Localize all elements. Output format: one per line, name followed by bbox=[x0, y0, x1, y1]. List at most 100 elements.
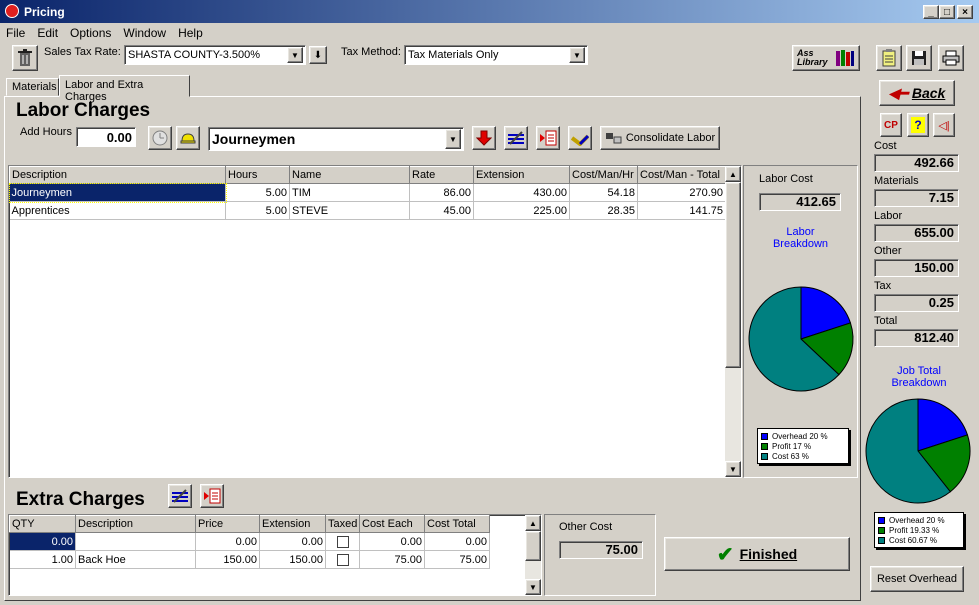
insert-labor-button[interactable] bbox=[536, 126, 560, 150]
menu-file[interactable]: File bbox=[0, 24, 31, 42]
column-header[interactable]: Cost Each bbox=[359, 515, 425, 533]
chevron-down-icon[interactable]: ▼ bbox=[287, 47, 303, 63]
consolidate-labor-button[interactable]: Consolidate Labor bbox=[600, 126, 720, 150]
scroll-up-icon[interactable]: ▲ bbox=[525, 515, 541, 531]
hard-hat-button[interactable] bbox=[176, 126, 200, 150]
cp-button[interactable]: CP bbox=[880, 113, 902, 137]
column-header[interactable]: Extension bbox=[473, 166, 570, 184]
cell-cost-man-hr[interactable]: 54.18 bbox=[569, 183, 638, 202]
column-header[interactable]: Cost Total bbox=[424, 515, 490, 533]
legend-label: Profit 17 % bbox=[772, 441, 812, 451]
add-labor-button[interactable] bbox=[472, 126, 496, 150]
edit-extra-button[interactable] bbox=[168, 484, 192, 508]
cell-cost-man-hr[interactable]: 28.35 bbox=[569, 201, 638, 220]
help-button[interactable]: ? bbox=[907, 113, 929, 137]
insert-extra-button[interactable] bbox=[200, 484, 224, 508]
cell-cost-each[interactable]: 0.00 bbox=[359, 532, 425, 551]
cell-extension[interactable]: 430.00 bbox=[473, 183, 570, 202]
tax-method-select[interactable]: Tax Materials Only ▼ bbox=[404, 45, 588, 65]
scroll-up-icon[interactable]: ▲ bbox=[725, 166, 741, 182]
delete-button[interactable] bbox=[12, 45, 38, 71]
sales-tax-select[interactable]: SHASTA COUNTY-3.500% ▼ bbox=[124, 45, 306, 65]
menu-options[interactable]: Options bbox=[64, 24, 117, 42]
cell-cost-total[interactable]: 75.00 bbox=[424, 550, 490, 569]
close-icon[interactable]: × bbox=[957, 5, 973, 19]
column-header[interactable]: QTY bbox=[9, 515, 76, 533]
table-row[interactable]: Apprentices 5.00 STEVE 45.00 225.00 28.3… bbox=[9, 201, 726, 220]
reset-overhead-label: Reset Overhead bbox=[876, 573, 958, 585]
column-header[interactable]: Name bbox=[289, 166, 410, 184]
cell-extension[interactable]: 150.00 bbox=[259, 550, 326, 569]
cell-price[interactable]: 150.00 bbox=[195, 550, 260, 569]
legend-label: Cost 63 % bbox=[772, 451, 809, 461]
taxed-checkbox[interactable] bbox=[336, 553, 349, 566]
cell-extension[interactable]: 0.00 bbox=[259, 532, 326, 551]
cell-cost-each[interactable]: 75.00 bbox=[359, 550, 425, 569]
collapse-button[interactable]: ◁| bbox=[933, 113, 955, 137]
edit-labor-button[interactable] bbox=[504, 126, 528, 150]
column-header[interactable]: Hours bbox=[225, 166, 290, 184]
cell-description[interactable] bbox=[75, 532, 196, 551]
column-header[interactable]: Extension bbox=[259, 515, 326, 533]
maximize-icon[interactable]: □ bbox=[939, 5, 955, 19]
cell-description[interactable]: Back Hoe bbox=[75, 550, 196, 569]
scroll-down-icon[interactable]: ▼ bbox=[525, 579, 541, 595]
labor-type-select[interactable]: Journeymen ▼ bbox=[208, 127, 464, 151]
crew-button[interactable] bbox=[568, 126, 592, 150]
column-header[interactable]: Price bbox=[195, 515, 260, 533]
scroll-thumb[interactable] bbox=[725, 182, 741, 368]
cell-description[interactable]: Apprentices bbox=[9, 201, 226, 220]
column-header[interactable]: Description bbox=[9, 166, 226, 184]
cell-hours[interactable]: 5.00 bbox=[225, 183, 290, 202]
table-row[interactable]: 0.00 0.00 0.00 0.00 0.00 bbox=[9, 532, 490, 551]
cell-cost-man-total[interactable]: 270.90 bbox=[637, 183, 726, 202]
tab-materials[interactable]: Materials bbox=[6, 78, 59, 96]
clock-button[interactable] bbox=[148, 126, 172, 150]
menu-window[interactable]: Window bbox=[117, 24, 172, 42]
menu-edit[interactable]: Edit bbox=[31, 24, 64, 42]
cell-rate[interactable]: 86.00 bbox=[409, 183, 474, 202]
extra-grid-scrollbar[interactable]: ▲ ▼ bbox=[525, 515, 541, 595]
table-row[interactable]: 1.00 Back Hoe 150.00 150.00 75.00 75.00 bbox=[9, 550, 490, 569]
column-header[interactable]: Taxed bbox=[325, 515, 360, 533]
minimize-icon[interactable]: _ bbox=[923, 5, 939, 19]
cell-name[interactable]: STEVE bbox=[289, 201, 410, 220]
scroll-thumb[interactable] bbox=[525, 531, 541, 561]
cell-rate[interactable]: 45.00 bbox=[409, 201, 474, 220]
labor-grid-header: Description Hours Name Rate Extension Co… bbox=[9, 166, 726, 184]
cell-description[interactable]: Journeymen bbox=[9, 182, 227, 203]
column-header[interactable]: Cost/Man - Total bbox=[637, 166, 726, 184]
column-header[interactable]: Rate bbox=[409, 166, 474, 184]
cell-cost-total[interactable]: 0.00 bbox=[424, 532, 490, 551]
cell-cost-man-total[interactable]: 141.75 bbox=[637, 201, 726, 220]
back-button[interactable]: ◀━ Back bbox=[879, 80, 955, 106]
finished-button[interactable]: ✔ Finished bbox=[664, 537, 850, 571]
cell-name[interactable]: TIM bbox=[289, 183, 410, 202]
reset-overhead-button[interactable]: Reset Overhead bbox=[870, 566, 964, 592]
column-header[interactable]: Cost/Man/Hr bbox=[569, 166, 638, 184]
total-item: Other 150.00 bbox=[874, 245, 964, 280]
cell-hours[interactable]: 5.00 bbox=[225, 201, 290, 220]
cell-taxed[interactable] bbox=[325, 550, 360, 569]
taxed-checkbox[interactable] bbox=[336, 535, 349, 548]
scroll-down-icon[interactable]: ▼ bbox=[725, 461, 741, 477]
cell-qty[interactable]: 1.00 bbox=[9, 550, 76, 569]
column-header[interactable]: Description bbox=[75, 515, 196, 533]
tab-labor-extra[interactable]: Labor and Extra Charges bbox=[59, 75, 190, 103]
labor-grid-scrollbar[interactable]: ▲ ▼ bbox=[725, 166, 741, 477]
cell-qty[interactable]: 0.00 bbox=[9, 532, 76, 551]
chevron-down-icon[interactable]: ▼ bbox=[569, 47, 585, 63]
clipboard-button[interactable] bbox=[876, 45, 902, 71]
cell-taxed[interactable] bbox=[325, 532, 360, 551]
download-tax-button[interactable]: ⬇ bbox=[309, 46, 327, 64]
chevron-down-icon[interactable]: ▼ bbox=[445, 129, 461, 149]
add-hours-input[interactable]: 0.00 bbox=[76, 127, 136, 147]
assembly-library-button[interactable]: Ass Library bbox=[792, 45, 860, 71]
red-down-arrow-icon bbox=[476, 130, 492, 146]
menu-help[interactable]: Help bbox=[172, 24, 209, 42]
save-button[interactable] bbox=[906, 45, 932, 71]
cell-extension[interactable]: 225.00 bbox=[473, 201, 570, 220]
cell-price[interactable]: 0.00 bbox=[195, 532, 260, 551]
print-button[interactable] bbox=[938, 45, 964, 71]
table-row[interactable]: Journeymen 5.00 TIM 86.00 430.00 54.18 2… bbox=[9, 182, 726, 203]
